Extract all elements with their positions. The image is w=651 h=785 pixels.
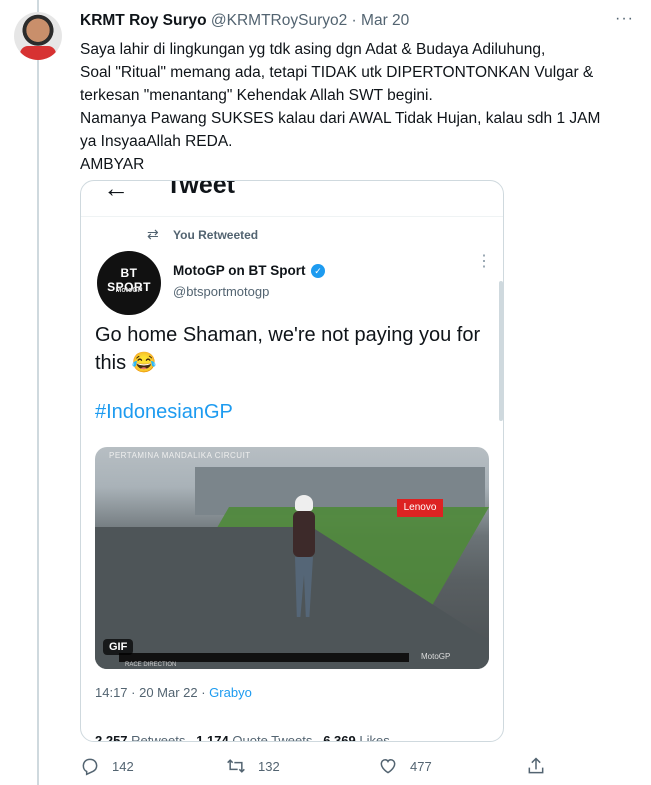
stat-quotes-label: Quote Tweets: [232, 733, 313, 742]
tweet-line: terkesan "menantang" Kehendak Allah SWT …: [80, 87, 433, 104]
bt-sport-avatar: BT SPORT MotoGP: [97, 251, 161, 315]
stat-likes-count: 6,369: [323, 733, 356, 742]
reply-count: 142: [112, 758, 134, 774]
stat-retweets-count: 2,257: [95, 733, 128, 742]
like-button[interactable]: 477: [378, 756, 432, 776]
banner-text: RACE DIRECTION: [125, 662, 177, 668]
shaman-figure: [291, 495, 315, 625]
tweet-text: Saya lahir di lingkungan yg tdk asing dg…: [80, 38, 640, 176]
heart-icon: [380, 758, 396, 774]
thread-line: [37, 0, 39, 785]
verified-badge-icon: ✓: [311, 264, 325, 278]
retweeted-label: You Retweeted: [173, 228, 259, 242]
circuit-caption: PERTAMINA MANDALIKA CIRCUIT: [109, 451, 251, 460]
tweet-date[interactable]: Mar 20: [361, 12, 409, 29]
tweet-actions: 142 132 477: [80, 756, 550, 778]
retweet-count: 132: [258, 758, 280, 774]
embed-scrollbar: [499, 281, 503, 421]
figure-helmet: [295, 495, 313, 511]
author-avatar[interactable]: [14, 12, 62, 60]
retweet-icon: ⇄: [147, 226, 159, 242]
embed-account-handle: @btsportmotogp: [173, 284, 270, 299]
embed-hashtag: #IndonesianGP: [95, 401, 233, 423]
bt-sport-logo-sub: MotoGP: [115, 287, 143, 294]
embed-stats: 2,257 Retweets 1,174 Quote Tweets 6,369 …: [95, 733, 390, 742]
tweet-line: AMBYAR: [80, 156, 145, 173]
motogp-watermark: MotoGP: [421, 652, 451, 661]
avatar-shirt: [20, 46, 56, 60]
embed-source: Grabyo: [209, 685, 252, 700]
header-separator: ·: [351, 12, 357, 29]
embed-top-bar: ← Tweet: [81, 181, 503, 217]
back-arrow-icon: ←: [103, 180, 129, 203]
stat-retweets-label: Retweets: [131, 733, 186, 742]
broadcast-banner: RACE DIRECTION: [119, 653, 409, 668]
figure-body: [293, 511, 315, 557]
embed-time-text: 14:17 · 20 Mar 22 ·: [95, 685, 210, 700]
retweet-action-icon: [227, 759, 245, 773]
stat-likes-label: Likes: [359, 733, 390, 742]
figure-legs: [295, 557, 313, 617]
reply-icon: [82, 758, 98, 776]
share-icon: [528, 757, 544, 774]
embed-gif-media: Lenovo PERTAMINA MANDALIKA CIRCUIT RACE …: [95, 447, 489, 669]
embed-tweet-text: Go home Shaman, we're not paying you for…: [95, 321, 495, 377]
author-name[interactable]: KRMT Roy Suryo: [80, 12, 207, 29]
embed-title: Tweet: [166, 180, 235, 199]
embed-timestamp: 14:17 · 20 Mar 22 · Grabyo: [95, 685, 252, 700]
lenovo-sign: Lenovo: [397, 499, 443, 517]
embed-more-icon: ⋮: [476, 253, 492, 270]
gif-badge: GIF: [103, 639, 134, 655]
embed-text-line: this 😂: [95, 352, 157, 374]
tweet-line: ya InsyaaAllah REDA.: [80, 133, 233, 150]
tweet-line: Soal "Ritual" memang ada, tetapi TIDAK u…: [80, 64, 594, 81]
like-count: 477: [410, 758, 432, 774]
share-button[interactable]: [526, 756, 558, 776]
reply-button[interactable]: 142: [80, 756, 134, 776]
author-handle[interactable]: @KRMTRoySuryo2: [211, 12, 347, 29]
tweet-line: Namanya Pawang SUKSES kalau dari AWAL Ti…: [80, 110, 601, 127]
retweet-button[interactable]: 132: [226, 756, 280, 776]
tweet-header: KRMT Roy Suryo @KRMTRoySuryo2 · Mar 20: [80, 12, 409, 30]
tweet-line: Saya lahir di lingkungan yg tdk asing dg…: [80, 41, 546, 58]
stat-quotes-count: 1,174: [196, 733, 229, 742]
embed-account-name: MotoGP on BT Sport: [173, 263, 306, 278]
embed-text-line: Go home Shaman, we're not paying you for: [95, 324, 481, 346]
embedded-screenshot[interactable]: ← Tweet ⇄ You Retweeted BT SPORT MotoGP …: [80, 180, 504, 742]
more-options-button[interactable]: ···: [615, 10, 634, 28]
